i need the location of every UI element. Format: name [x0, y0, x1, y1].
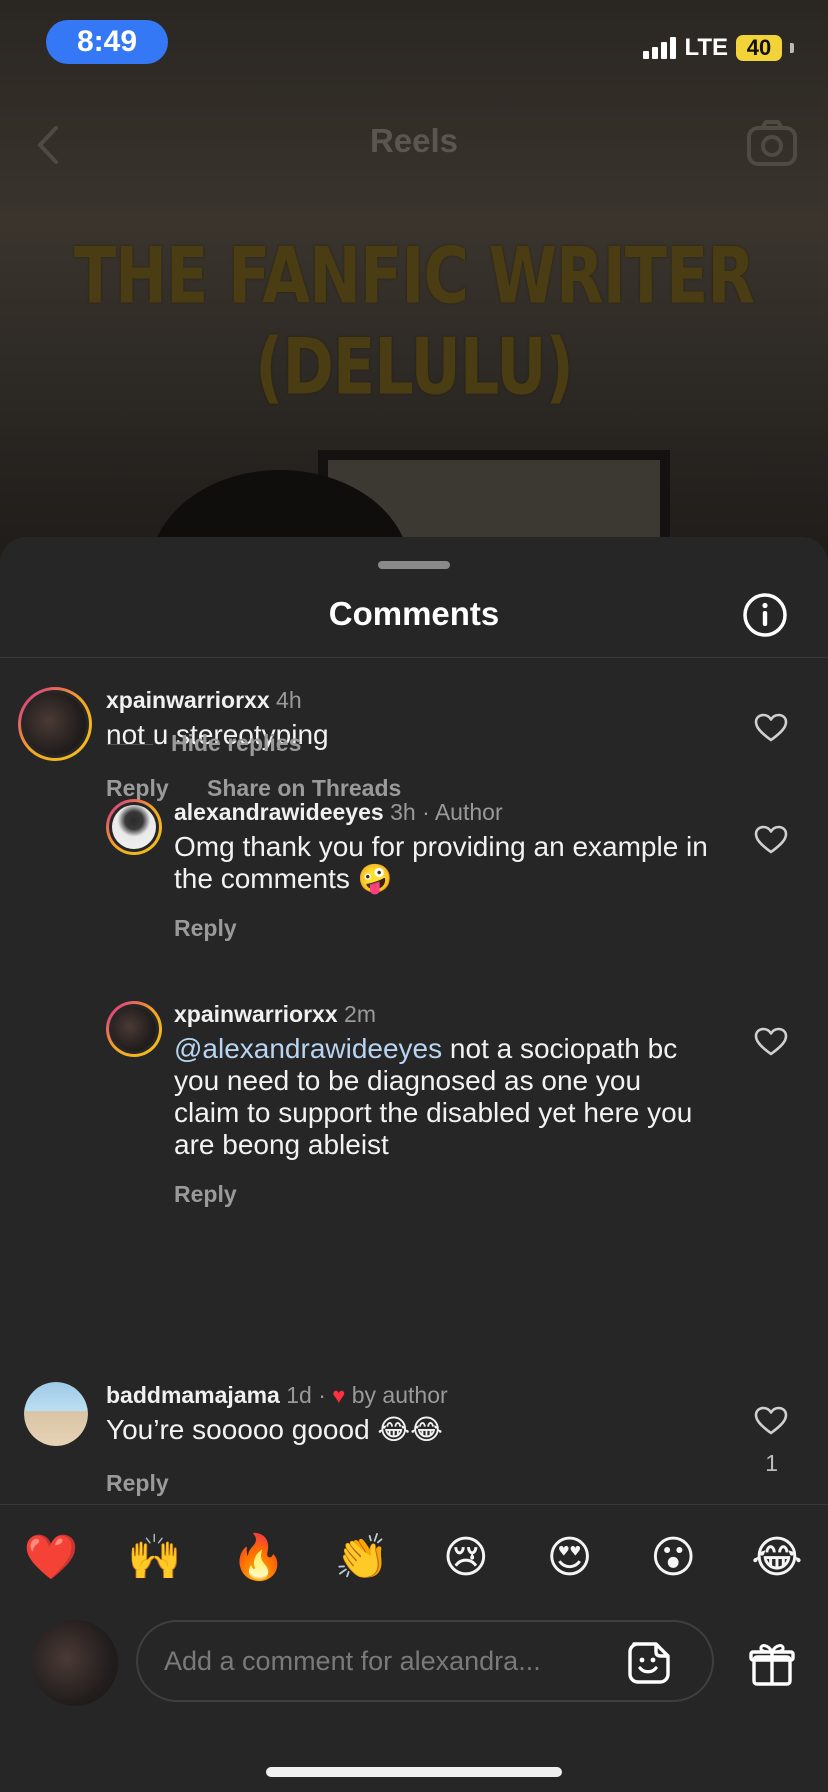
status-bar: 8:49 LTE 40: [0, 0, 828, 90]
emoji-bar-divider: [0, 1504, 828, 1505]
heart-outline-icon[interactable]: [754, 713, 788, 743]
sheet-grabber[interactable]: [378, 561, 450, 569]
comment-text: Omg thank you for providing an example i…: [174, 831, 708, 894]
comment-time: 1d: [286, 1382, 312, 1408]
reels-title: Reels: [369, 122, 459, 159]
status-time: 8:49: [46, 20, 168, 64]
emoji-heart[interactable]: ❤️: [18, 1528, 84, 1588]
comment-input[interactable]: Add a comment for alexandra...: [136, 1620, 714, 1702]
dot-separator: ·: [318, 1382, 326, 1408]
sheet-divider: [0, 657, 828, 658]
comment-header: xpainwarriorxx 4h: [106, 687, 302, 714]
comments-title: Comments: [328, 595, 500, 632]
emoji-raised-hands[interactable]: 🙌: [122, 1528, 188, 1588]
emoji-heart-eyes[interactable]: 😍: [537, 1528, 603, 1588]
avatar[interactable]: [106, 1001, 162, 1057]
comment-actions: Reply: [174, 915, 269, 942]
comment-time: 3h: [390, 799, 416, 825]
status-indicators: LTE 40: [643, 34, 794, 62]
comment-header: alexandrawideeyes 3h · Author: [174, 799, 503, 826]
info-icon[interactable]: [742, 592, 788, 638]
hide-replies-line: [107, 744, 153, 746]
reply-button[interactable]: Reply: [106, 1470, 169, 1496]
emoji-crying[interactable]: 😢: [433, 1528, 499, 1588]
sticker-icon[interactable]: [626, 1640, 672, 1686]
comment-username[interactable]: baddmamajama: [106, 1382, 280, 1408]
battery-nub: [790, 43, 794, 53]
emoji-clap[interactable]: 👏: [329, 1528, 395, 1588]
comment-input-placeholder: Add a comment for alexandra...: [164, 1646, 541, 1676]
comment-input-row: Add a comment for alexandra...: [0, 1618, 828, 1708]
mention-link[interactable]: @alexandrawideeyes: [174, 1033, 442, 1064]
signal-icon: [643, 37, 677, 59]
gift-icon[interactable]: [748, 1640, 796, 1688]
heart-outline-icon[interactable]: [754, 825, 788, 855]
comment-actions: Reply Share on Threads: [106, 775, 433, 802]
heart-outline-icon[interactable]: [754, 1027, 788, 1057]
reply-button[interactable]: Reply: [174, 915, 237, 941]
battery-icon: 40: [736, 35, 782, 61]
comment-header: baddmamajama 1d · ♥ by author: [106, 1382, 448, 1409]
avatar[interactable]: [24, 1382, 88, 1446]
reel-header: Reels: [0, 100, 828, 190]
my-avatar: [32, 1620, 118, 1706]
emoji-fire[interactable]: 🔥: [225, 1528, 291, 1588]
author-tag: · Author: [422, 799, 503, 825]
heart-filled-icon: ♥: [332, 1383, 346, 1408]
camera-icon[interactable]: [746, 118, 798, 170]
reply-button[interactable]: Reply: [106, 775, 169, 801]
comment-time: 4h: [276, 687, 302, 713]
battery-level: 40: [746, 35, 772, 60]
heart-outline-icon[interactable]: [754, 1406, 788, 1436]
network-label: LTE: [684, 34, 728, 61]
comment-actions: Reply: [106, 1470, 201, 1497]
emoji-surprised[interactable]: 😮: [640, 1528, 706, 1588]
emoji-laughing[interactable]: 😂: [744, 1528, 810, 1588]
like-count: 1: [765, 1450, 778, 1476]
comments-sheet: Comments xpainwarriorxx 4h not u stereot…: [0, 537, 828, 1792]
comment-username[interactable]: alexandrawideeyes: [174, 799, 384, 825]
hide-replies-label: Hide replies: [171, 730, 302, 756]
comment-time: 2m: [344, 1001, 376, 1027]
comment-text: You’re sooooo goood 😂😂: [106, 1414, 443, 1445]
emoji-quick-reactions: ❤️ 🙌 🔥 👏 😢 😍 😮 😂: [18, 1528, 810, 1588]
hide-replies-toggle[interactable]: Hide replies: [107, 730, 301, 757]
comment-header: xpainwarriorxx 2m: [174, 1001, 376, 1028]
share-on-threads-button[interactable]: Share on Threads: [207, 775, 401, 801]
comment-username[interactable]: xpainwarriorxx: [106, 687, 270, 713]
comment-username[interactable]: xpainwarriorxx: [174, 1001, 338, 1027]
reel-caption-overlay: THE FANFIC WRITER (DELULU): [73, 229, 755, 413]
comment-text: @alexandrawideeyes not a sociopath bc yo…: [174, 1033, 714, 1161]
avatar[interactable]: [106, 799, 162, 855]
avatar[interactable]: [18, 687, 92, 761]
comment-actions: Reply: [174, 1181, 269, 1208]
liked-by-author: by author: [351, 1382, 448, 1408]
reply-button[interactable]: Reply: [174, 1181, 237, 1207]
home-indicator[interactable]: [266, 1767, 562, 1777]
